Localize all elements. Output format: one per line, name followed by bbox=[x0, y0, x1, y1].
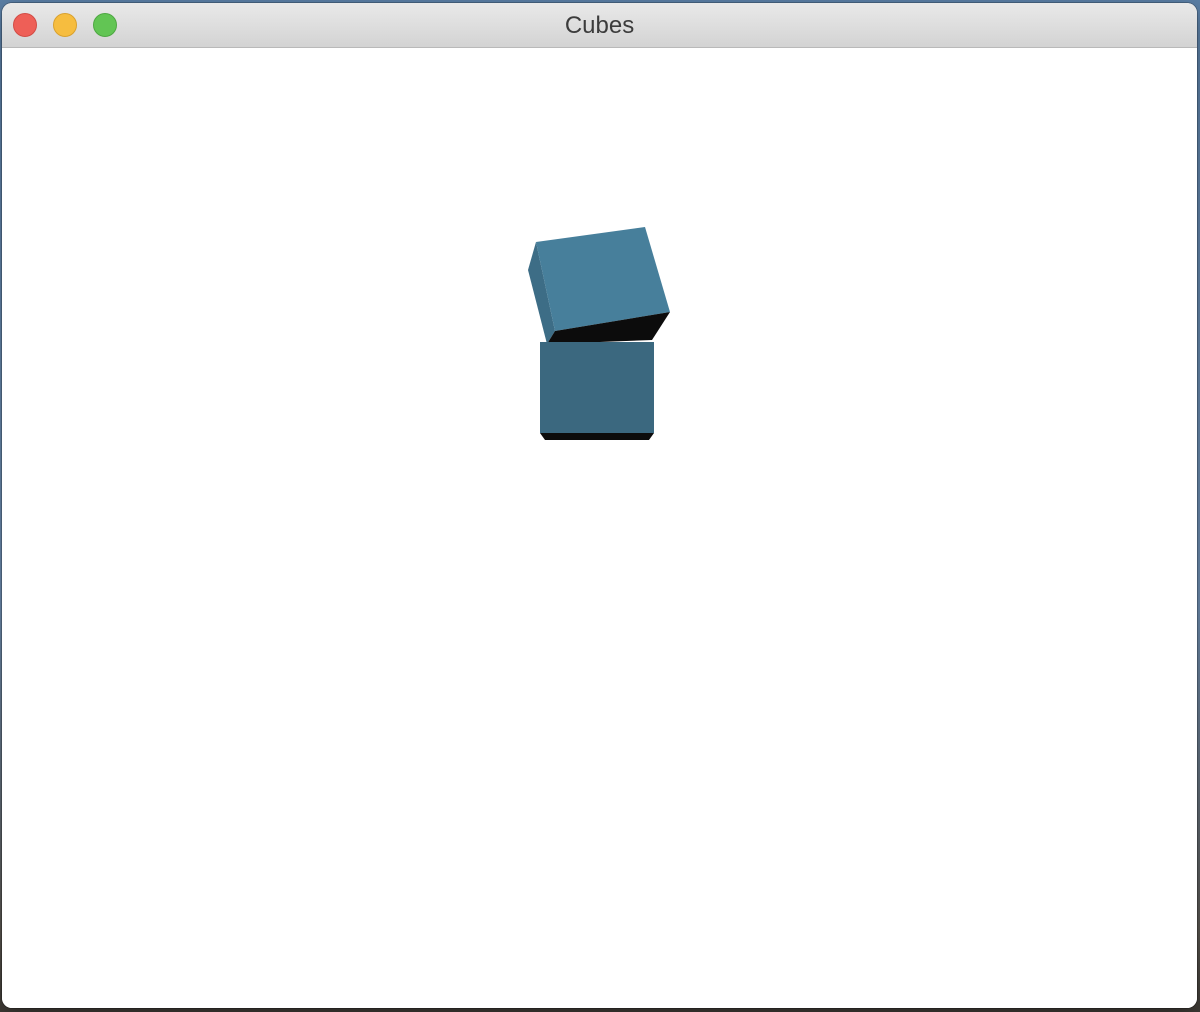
lower-cube-front-face bbox=[540, 342, 654, 433]
window-title: Cubes bbox=[564, 12, 635, 39]
lower-cube-bottom-face bbox=[540, 433, 654, 440]
app-window: Cubes bbox=[2, 3, 1197, 1008]
lower-cube bbox=[540, 342, 654, 440]
cubes-scene bbox=[528, 227, 670, 440]
render-canvas[interactable] bbox=[2, 48, 1197, 1008]
title-bar[interactable]: Cubes bbox=[2, 3, 1197, 48]
tilted-cube bbox=[528, 227, 670, 344]
